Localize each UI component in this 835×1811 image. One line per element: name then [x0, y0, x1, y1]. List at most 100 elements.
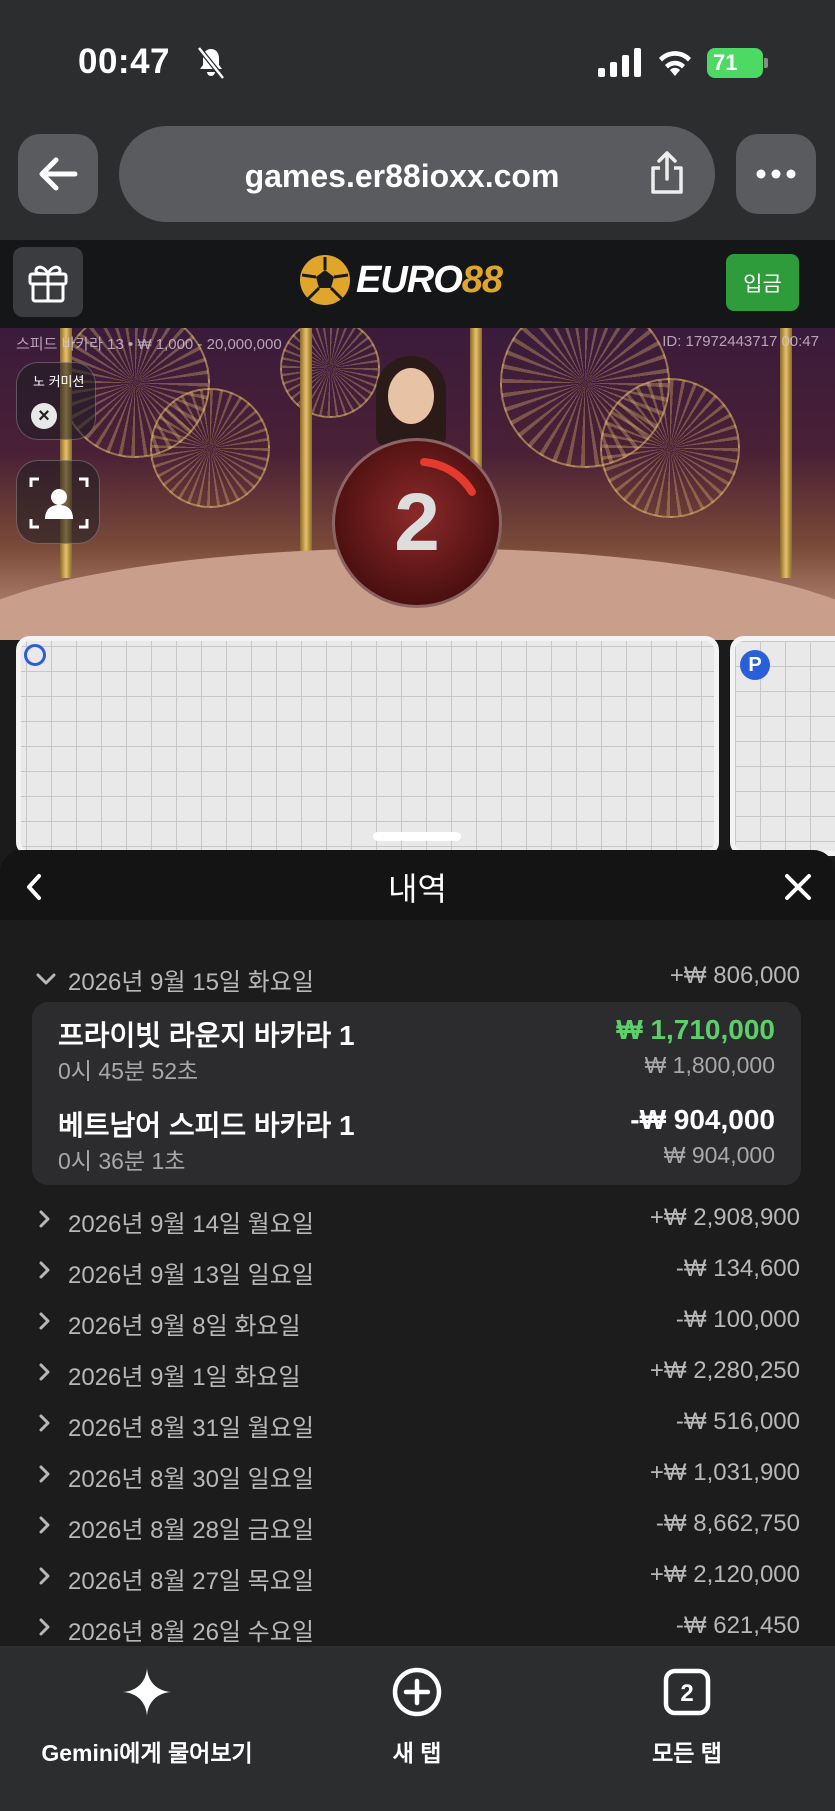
no-commission-label: 노 커미션	[33, 374, 85, 389]
history-header: 내역	[0, 850, 835, 920]
chevron-right-icon	[39, 1465, 50, 1483]
dealer-face	[388, 368, 434, 424]
history-day-total: -₩ 134,600	[675, 1255, 800, 1282]
person-frame-icon	[29, 477, 89, 529]
new-tab-button[interactable]: 새 탭	[287, 1666, 547, 1776]
gift-icon	[28, 265, 68, 303]
all-tabs-button[interactable]: 2 모든 탭	[557, 1666, 817, 1776]
table-id: ID: 17972443717 00:47	[662, 333, 819, 350]
history-day-expanded[interactable]: 2026년 9월 15일 화요일 +₩ 806,000	[0, 952, 835, 1002]
decor-fan	[600, 378, 740, 518]
chevron-right-icon	[39, 1618, 50, 1636]
history-day-row[interactable]: 2026년 8월 30일 일요일 +₩ 1,031,900	[0, 1449, 835, 1499]
history-day-total: +₩ 2,120,000	[649, 1561, 800, 1588]
history-day-row[interactable]: 2026년 8월 28일 금요일 -₩ 8,662,750	[0, 1500, 835, 1550]
history-day-row[interactable]: 2026년 9월 8일 화요일 -₩ 100,000	[0, 1296, 835, 1346]
history-day-row[interactable]: 2026년 9월 14일 월요일 +₩ 2,908,900	[0, 1194, 835, 1244]
decor-fan	[150, 388, 270, 508]
history-day-total: -₩ 621,450	[675, 1612, 800, 1639]
view-mode-button[interactable]	[16, 460, 100, 544]
soccer-ball-icon	[300, 255, 350, 305]
close-icon[interactable]	[783, 872, 813, 902]
history-day-row[interactable]: 2026년 8월 31일 월요일 -₩ 516,000	[0, 1398, 835, 1448]
sheet-drag-handle[interactable]	[373, 832, 461, 841]
player-result-badge: P	[740, 650, 770, 680]
tab-count: 2	[680, 1680, 693, 1707]
site-header: EURO88 입금	[0, 240, 835, 328]
game-name: 프라이빗 라운지 바카라 1	[58, 1020, 355, 1051]
history-date: 2026년 8월 28일 금요일	[68, 1517, 314, 1544]
clock: 00:47	[78, 42, 171, 81]
address-bar[interactable]: games.er88ioxx.com	[119, 126, 715, 222]
history-day-row[interactable]: 2026년 8월 26일 수요일 -₩ 621,450	[0, 1602, 835, 1646]
history-day-total: +₩ 2,908,900	[649, 1204, 800, 1231]
chevron-right-icon	[39, 1261, 50, 1279]
table-info: 스피드 바카라 13 • ₩ 1,000 - 20,000,000	[16, 336, 282, 353]
wifi-icon	[659, 51, 691, 76]
history-day-total: -₩ 516,000	[675, 1408, 800, 1435]
game-result: ₩ 1,710,000	[616, 1014, 775, 1045]
url-text: games.er88ioxx.com	[244, 158, 560, 194]
gift-button[interactable]	[13, 247, 83, 317]
chevron-right-icon	[39, 1414, 50, 1432]
chevron-right-icon	[39, 1516, 50, 1534]
gemini-button[interactable]: Gemini에게 물어보기	[17, 1666, 277, 1776]
more-dots-icon	[756, 169, 796, 179]
no-commission-badge[interactable]: 노 커미션 ×	[16, 362, 96, 440]
logo-text: EURO88	[356, 258, 503, 301]
tabs-icon: 2	[663, 1668, 711, 1716]
game-bet: ₩ 1,800,000	[644, 1052, 775, 1078]
browser-bottom-toolbar: Gemini에게 물어보기 새 탭 2 모든 탭	[0, 1646, 835, 1811]
battery-indicator: 71	[707, 48, 768, 78]
browser-more-button[interactable]	[736, 134, 816, 214]
chevron-right-icon	[39, 1363, 50, 1381]
history-entry[interactable]: 프라이빗 라운지 바카라 1 0시 45분 52초 ₩ 1,710,000 ₩ …	[32, 1002, 801, 1092]
browser-toolbar: games.er88ioxx.com	[0, 118, 835, 240]
game-time: 0시 45분 52초	[58, 1058, 199, 1084]
bead-road-grid[interactable]	[16, 636, 719, 856]
browser-back-button[interactable]	[18, 134, 98, 214]
history-day-row[interactable]: 2026년 9월 1일 화요일 +₩ 2,280,250	[0, 1347, 835, 1397]
history-date: 2026년 9월 15일 화요일	[68, 969, 314, 996]
history-day-total: +₩ 806,000	[669, 962, 800, 989]
history-date: 2026년 9월 14일 월요일	[68, 1211, 314, 1238]
history-day-total: +₩ 1,031,900	[649, 1459, 800, 1486]
share-icon[interactable]	[647, 150, 687, 196]
sparkle-icon	[123, 1668, 171, 1716]
history-date: 2026년 8월 31일 월요일	[68, 1415, 314, 1442]
game-name: 베트남어 스피드 바카라 1	[58, 1110, 355, 1141]
game-bet: ₩ 904,000	[663, 1142, 775, 1168]
history-day-row[interactable]: 2026년 9월 13일 일요일 -₩ 134,600	[0, 1245, 835, 1295]
game-result: -₩ 904,000	[630, 1104, 775, 1135]
new-tab-label: 새 탭	[392, 1740, 442, 1766]
history-day-total: +₩ 2,280,250	[649, 1357, 800, 1384]
history-date: 2026년 8월 30일 일요일	[68, 1466, 314, 1493]
silent-bell-icon	[197, 46, 225, 80]
chevron-right-icon	[39, 1567, 50, 1585]
euro88-logo[interactable]: EURO88	[300, 252, 503, 308]
history-date: 2026년 8월 26일 수요일	[68, 1619, 314, 1646]
history-day-row[interactable]: 2026년 8월 27일 목요일 +₩ 2,120,000	[0, 1551, 835, 1601]
close-icon[interactable]: ×	[31, 403, 57, 429]
game-time: 0시 36분 1초	[58, 1148, 186, 1174]
gold-pillar	[780, 328, 792, 578]
gemini-label: Gemini에게 물어보기	[41, 1740, 253, 1766]
history-day-total: -₩ 100,000	[675, 1306, 800, 1333]
history-day-total: -₩ 8,662,750	[655, 1510, 800, 1537]
arrow-left-icon	[39, 157, 78, 191]
history-entry[interactable]: 베트남어 스피드 바카라 1 0시 36분 1초 -₩ 904,000 ₩ 90…	[32, 1092, 801, 1182]
timer-progress-arc	[420, 458, 476, 496]
cellular-signal-icon	[598, 48, 641, 77]
chevron-right-icon	[39, 1210, 50, 1228]
history-date: 2026년 9월 13일 일요일	[68, 1262, 314, 1289]
all-tabs-label: 모든 탭	[652, 1740, 722, 1766]
gold-pillar	[300, 328, 312, 578]
decor-fan	[280, 328, 380, 418]
road-marker-icon	[24, 644, 46, 666]
history-date: 2026년 9월 1일 화요일	[68, 1364, 301, 1391]
deposit-button[interactable]: 입금	[726, 254, 799, 311]
status-bar: 00:47 71	[0, 0, 835, 118]
history-date: 2026년 9월 8일 화요일	[68, 1313, 301, 1340]
history-date: 2026년 8월 27일 목요일	[68, 1568, 314, 1595]
history-title: 내역	[388, 871, 447, 907]
